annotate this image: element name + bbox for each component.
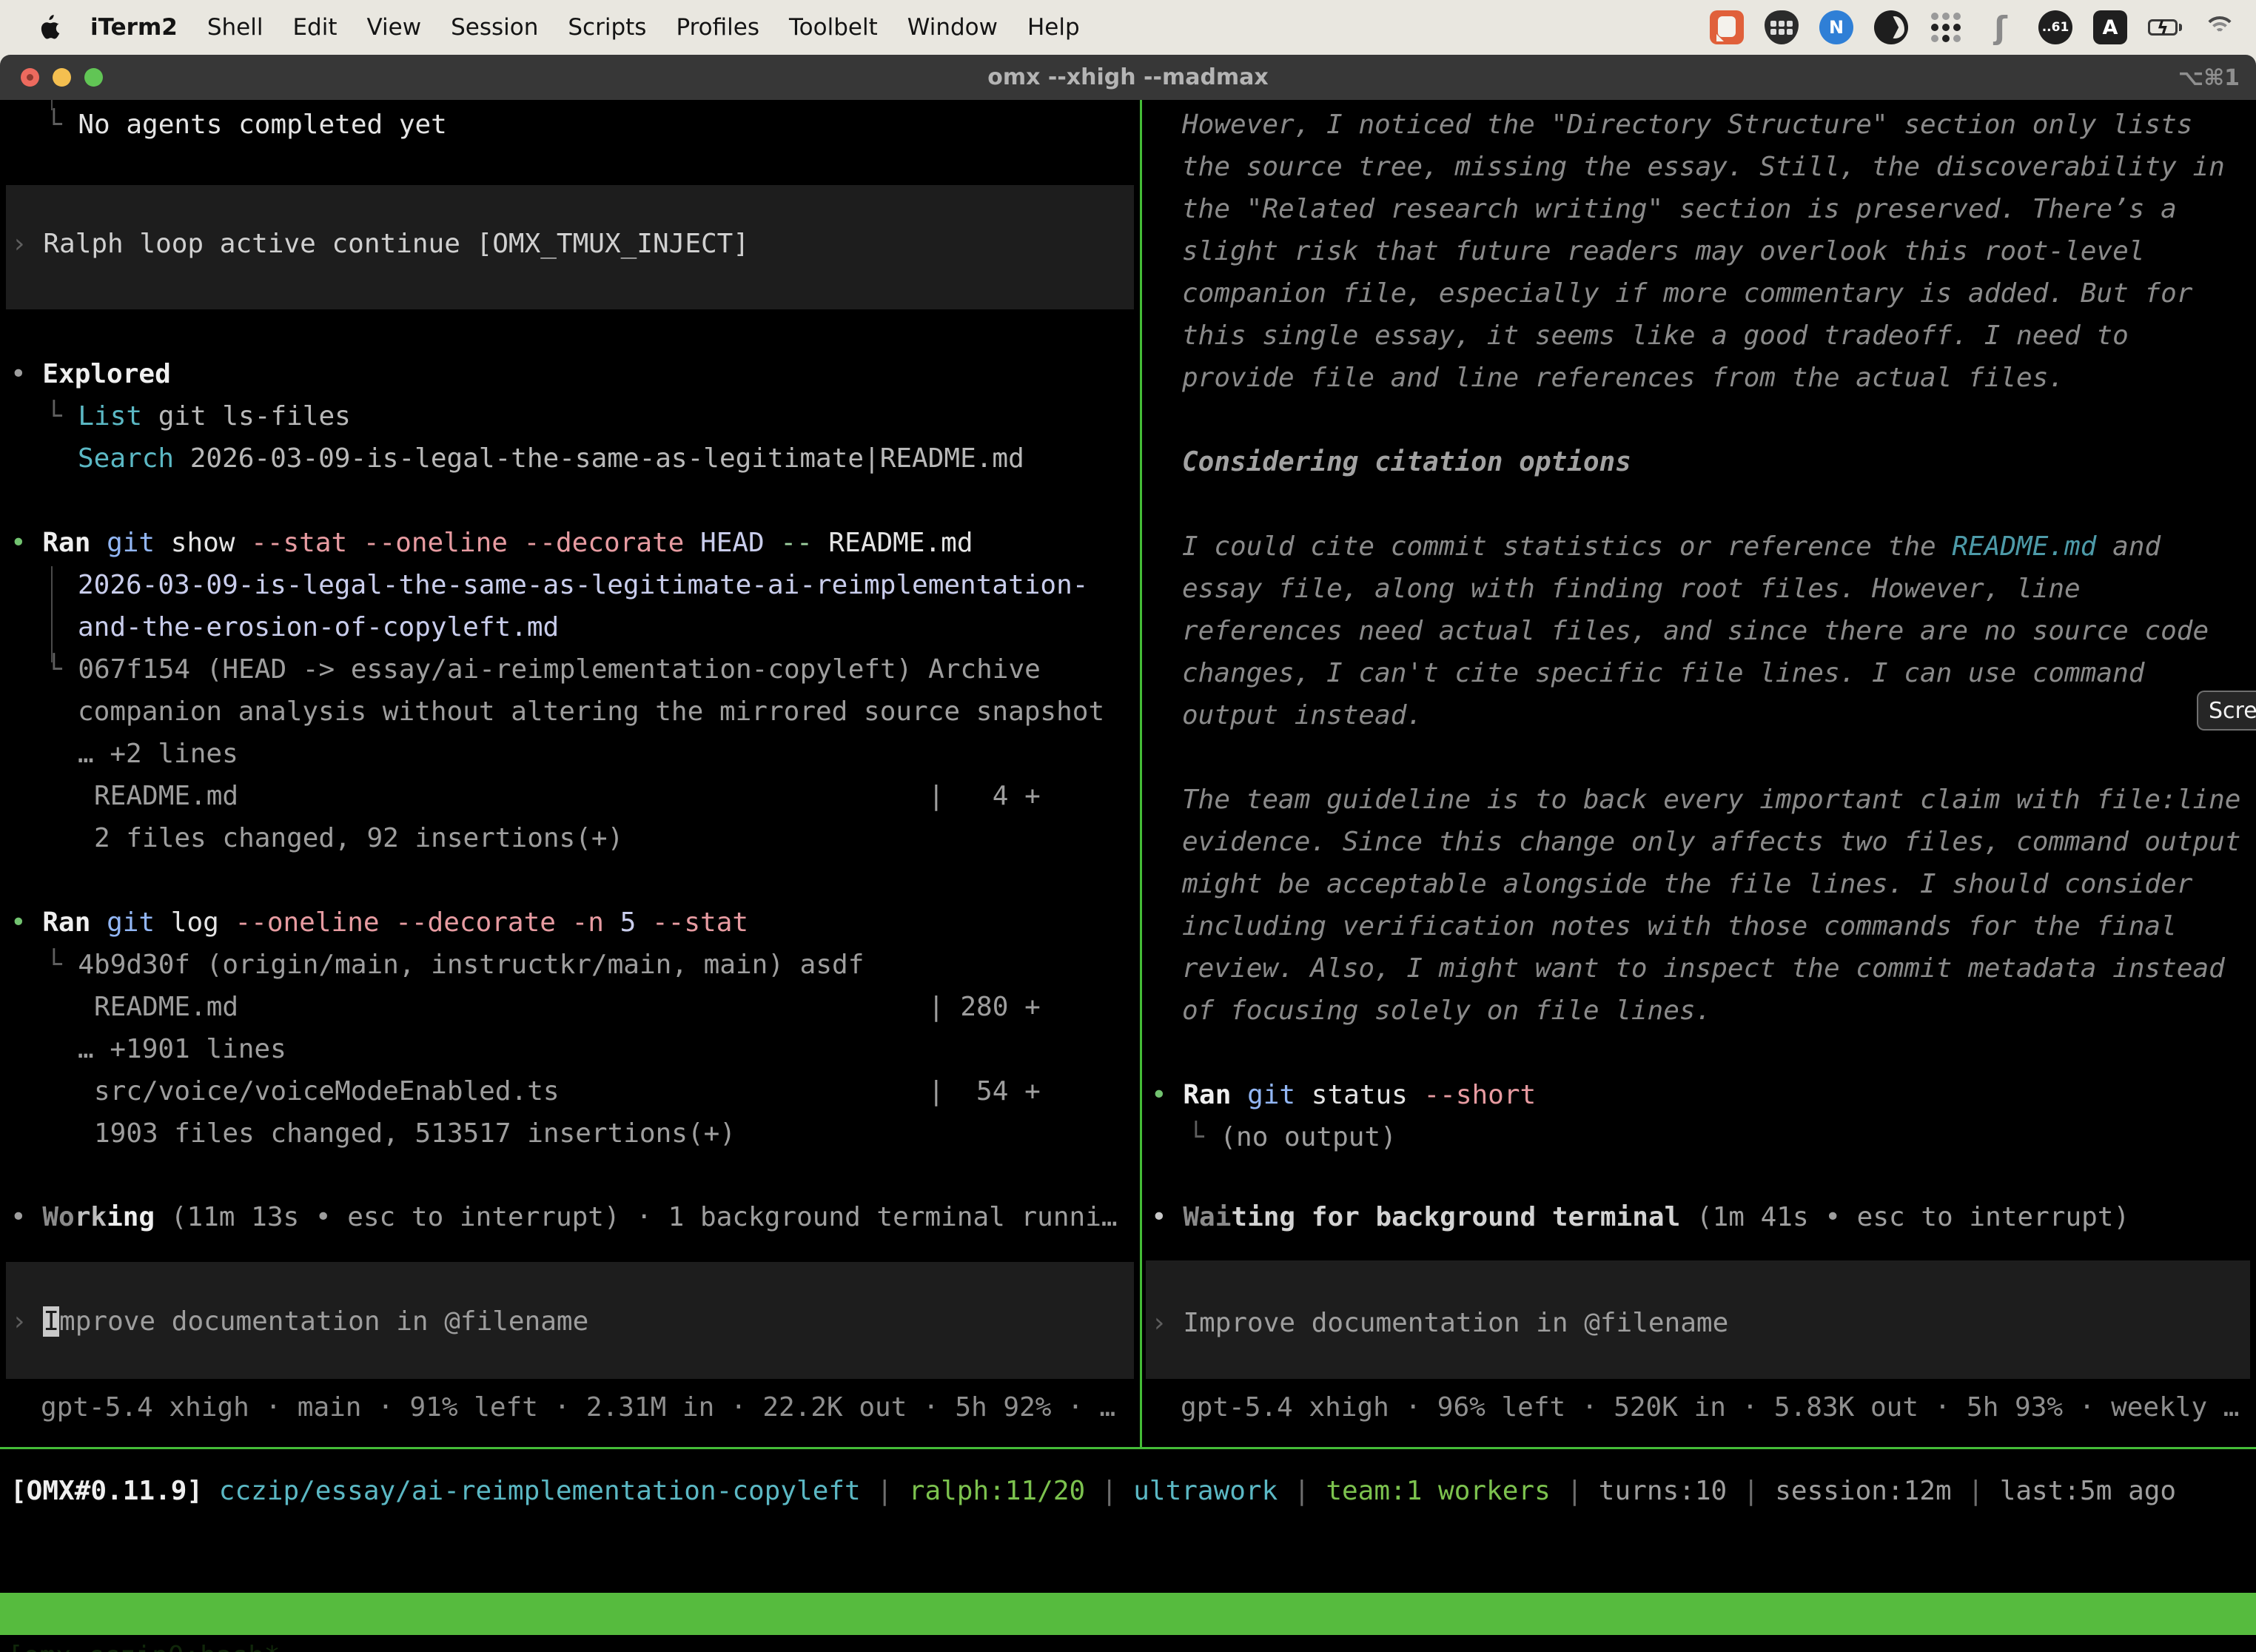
battery-icon[interactable]: ϟ <box>2148 10 2182 44</box>
thinking-line: I could cite commit statistics or refere… <box>1182 526 2161 568</box>
thinking-line: references need actual files, and since … <box>1182 610 2209 652</box>
window-shortcut-badge: ⌥⌘1 <box>2178 65 2240 91</box>
circle-badge-icon[interactable]: ..61 <box>2038 10 2072 44</box>
explored-header: • Explored <box>10 353 171 395</box>
keypad-shield-icon[interactable] <box>1765 10 1799 44</box>
agents-status-line: └ No agents completed yet <box>46 104 447 146</box>
thinking-line: essay file, along with finding root file… <box>1182 568 2081 610</box>
thinking-line: including verification notes with those … <box>1182 905 2177 947</box>
command-wrap-line: and-the-erosion-of-copyleft.md <box>78 606 559 648</box>
menu-item-profiles[interactable]: Profiles <box>676 14 759 41</box>
thinking-line: this single essay, it seems like a good … <box>1182 315 2129 357</box>
output-line: └ 067f154 (HEAD -> essay/ai-reimplementa… <box>46 648 1041 691</box>
prompt-input-left[interactable]: › Improve documentation in @filename <box>6 1262 1134 1379</box>
thinking-line: changes, I can't cite specific file line… <box>1182 652 2144 694</box>
output-line: … +1901 lines <box>78 1028 286 1070</box>
notification-tooltip[interactable]: Scre <box>2197 691 2256 731</box>
hook-icon[interactable]: ʃ <box>1984 10 2018 44</box>
diffstat-line: src/voice/voiceModeEnabled.ts | 54 + <box>94 1070 1041 1112</box>
prompt-input-right[interactable]: › Improve documentation in @filename <box>1146 1260 2250 1379</box>
text-cursor: I <box>43 1306 59 1337</box>
prompt-chevron: › <box>1151 1308 1183 1338</box>
menu-item-shell[interactable]: Shell <box>207 14 263 41</box>
terminal: › Ralph loop active continue [OMX_TMUX_I… <box>0 100 2256 1652</box>
thinking-line: review. Also, I might want to inspect th… <box>1182 947 2225 990</box>
menu-item-help[interactable]: Help <box>1027 14 1080 41</box>
zoom-button[interactable] <box>84 68 103 87</box>
explored-list-line: └ List git ls-files <box>46 395 351 437</box>
output-line: └ 4b9d30f (origin/main, instructkr/main,… <box>46 944 864 986</box>
output-line: companion analysis without altering the … <box>78 691 1104 733</box>
menu-item-toolbelt[interactable]: Toolbelt <box>789 14 878 41</box>
output-line: … +2 lines <box>78 733 238 775</box>
menu-item-session[interactable]: Session <box>451 14 538 41</box>
thinking-heading: Considering citation options <box>1182 441 1631 483</box>
omx-status-line: [OMX#0.11.9] cczip/essay/ai-reimplementa… <box>10 1470 2176 1512</box>
menu-bar: iTerm2 Shell Edit View Session Scripts P… <box>0 0 2256 55</box>
inject-banner-line: › Ralph loop active continue [OMX_TMUX_I… <box>11 223 1134 265</box>
waiting-status-line: • Waiting for background terminal (1m 41… <box>1151 1196 2129 1238</box>
tmux-status-bar: [omx-cczip0:bash* "MacBook-Pro-44.local"… <box>0 1593 2256 1635</box>
thinking-line: the source tree, missing the essay. Stil… <box>1182 146 2225 188</box>
window-titlebar[interactable]: omx --xhigh --madmax ⌥⌘1 <box>0 55 2256 100</box>
menu-item-scripts[interactable]: Scripts <box>568 14 646 41</box>
traffic-lights <box>21 55 103 100</box>
menu-item-view[interactable]: View <box>367 14 422 41</box>
output-line: └ (no output) <box>1188 1116 1397 1158</box>
thinking-line: might be acceptable alongside the file l… <box>1182 863 2192 905</box>
thinking-line: provide file and line references from th… <box>1182 357 2064 399</box>
chat-app-icon[interactable] <box>1710 10 1744 44</box>
tmux-session-name[interactable]: [omx-cczip0:bash* <box>7 1635 280 1652</box>
thinking-line: companion file, especially if more comme… <box>1182 272 2192 315</box>
a-key-icon[interactable]: A <box>2093 10 2127 44</box>
thinking-line: output instead. <box>1182 694 1423 736</box>
input-text: mprove documentation in @filename <box>59 1306 588 1337</box>
diffstat-line: README.md | 280 + <box>94 986 1041 1028</box>
minimize-button[interactable] <box>53 68 71 87</box>
command-line-git-log: • Ran git log --oneline --decorate -n 5 … <box>10 901 748 944</box>
diffstat-summary: 2 files changed, 92 insertions(+) <box>94 817 623 859</box>
menu-item-window[interactable]: Window <box>907 14 998 41</box>
prompt-chevron: › <box>11 229 43 259</box>
command-line-git-status: • Ran git status --short <box>1151 1074 1536 1116</box>
session-stats-line: gpt-5.4 xhigh · main · 91% left · 2.31M … <box>41 1386 1115 1428</box>
statusbar-separator <box>0 1447 2256 1449</box>
menu-item-edit[interactable]: Edit <box>292 14 337 41</box>
wifi-icon[interactable] <box>2203 10 2237 44</box>
thinking-line: evidence. Since this change only affects… <box>1182 821 2240 863</box>
window-title: omx --xhigh --madmax <box>987 64 1269 90</box>
thinking-line: slight risk that future readers may over… <box>1182 230 2144 272</box>
thinking-line: The team guideline is to back every impo… <box>1182 779 2240 821</box>
window-top: omx --xhigh --madmax ⌥⌘1 <box>0 55 2256 100</box>
session-stats-line: gpt-5.4 xhigh · 96% left · 520K in · 5.8… <box>1181 1386 2239 1428</box>
blue-badge-icon[interactable]: N <box>1819 10 1853 44</box>
apple-menu-icon[interactable] <box>38 15 61 40</box>
command-wrap-line: 2026-03-09-is-legal-the-same-as-legitima… <box>78 564 1088 606</box>
diffstat-summary: 1903 files changed, 513517 insertions(+) <box>94 1112 736 1155</box>
command-line-git-show: • Ran git show --stat --oneline --decora… <box>10 522 973 564</box>
close-button[interactable] <box>21 68 39 87</box>
thinking-line: of focusing solely on file lines. <box>1182 990 1711 1032</box>
thinking-line: However, I noticed the "Directory Struct… <box>1182 104 2192 146</box>
diffstat-line: README.md | 4 + <box>94 775 1041 817</box>
explored-search-line: Search 2026-03-09-is-legal-the-same-as-l… <box>78 437 1024 480</box>
inject-banner: › Ralph loop active continue [OMX_TMUX_I… <box>6 185 1134 309</box>
pane-divider[interactable] <box>1140 100 1142 1448</box>
input-text: Improve documentation in @filename <box>1183 1308 1728 1338</box>
menu-item-iterm2[interactable]: iTerm2 <box>90 14 178 41</box>
menu-bar-status-icons: N ʃ ..61 A ϟ <box>1710 0 2237 55</box>
working-status-line: • Working (11m 13s • esc to interrupt) ·… <box>10 1196 1118 1238</box>
thinking-line: the "Related research writing" section i… <box>1182 188 2177 230</box>
prompt-chevron: › <box>11 1306 43 1337</box>
dots-grid-icon[interactable] <box>1929 10 1963 44</box>
moon-icon[interactable] <box>1874 10 1908 44</box>
